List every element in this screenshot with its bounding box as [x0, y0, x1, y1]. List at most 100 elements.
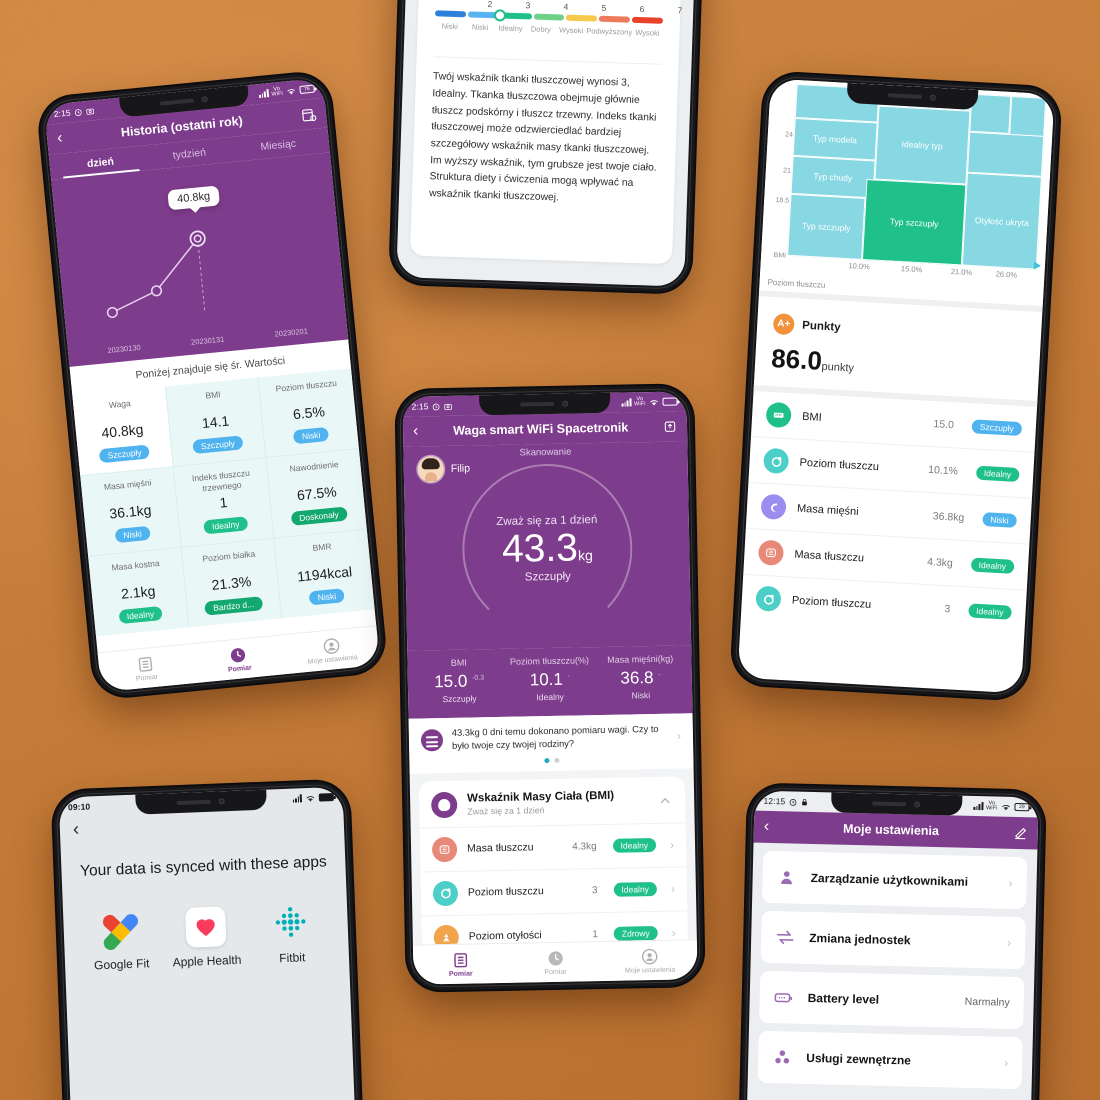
- status-badge: Szczupły: [192, 435, 244, 455]
- alarm-icon: [789, 798, 797, 806]
- card-row[interactable]: Masa tłuszczu 4.3kg Idealny ›: [419, 822, 687, 872]
- stat-muscle[interactable]: Masa mięśni(kg) 36.8 - Niski: [595, 653, 687, 701]
- metric-cell[interactable]: Poziom białka 21.3% Bardzo d...: [180, 538, 282, 628]
- bmi-card-header[interactable]: Wskaźnik Masy Ciała (BMI) Zważ się za 1 …: [419, 776, 686, 827]
- metric-value: 36.8kg: [932, 509, 965, 524]
- app-google-fit[interactable]: Google Fit: [77, 906, 164, 973]
- metric-cell[interactable]: Masa kostna 2.1kg Idealny: [88, 548, 188, 637]
- metric-cell[interactable]: Poziom tłuszczu 6.5% Niski: [257, 368, 359, 458]
- treemap-cell-slim[interactable]: Typ szczupły: [787, 193, 866, 260]
- page-title: Your data is synced with these apps: [79, 853, 328, 880]
- weight-line-chart[interactable]: 40.8kg 20230130 20230131 20230201: [51, 152, 349, 367]
- settings-row-battery[interactable]: Battery level Narmalny: [759, 970, 1025, 1030]
- alarm-icon: [432, 403, 440, 410]
- tabbar-item-pomiar-list[interactable]: Pomiar: [413, 944, 508, 985]
- signal-icon: [973, 802, 984, 811]
- stat-label: Poziom tłuszczu(%): [509, 655, 590, 667]
- apple-health-tile: [184, 906, 227, 948]
- metric-cell[interactable]: Waga 40.8kg Szczupły: [72, 386, 173, 476]
- tabbar-label: Pomiar: [227, 663, 252, 674]
- settings-row-services[interactable]: Usługi zewnętrzne ›: [757, 1030, 1023, 1090]
- notice-text: 43.3kg 0 dni temu dokonano pomiaru wagi.…: [451, 723, 659, 752]
- metric-cell[interactable]: BMR 1194kcal Niski: [273, 529, 375, 619]
- app-fitbit[interactable]: Fitbit: [248, 899, 335, 966]
- lock-icon: [801, 798, 807, 805]
- droplet-icon: [762, 447, 790, 475]
- chevron-right-icon[interactable]: ›: [670, 838, 674, 852]
- bodytype-chart[interactable]: 24 21 18.5 BMI Typ modela Idealny typ Ty…: [759, 78, 1055, 307]
- user-chip[interactable]: Filip: [417, 455, 471, 483]
- chevron-up-icon[interactable]: [657, 793, 673, 809]
- status-badge: Niski: [114, 525, 151, 544]
- metric-cell[interactable]: Nawodnienie 67.5% Doskonały: [265, 448, 367, 538]
- treemap-cell-slim-selected[interactable]: Typ szczupły: [861, 179, 967, 266]
- chevron-right-icon[interactable]: ›: [1008, 876, 1012, 890]
- chevron-right-icon[interactable]: ›: [672, 926, 676, 940]
- stat-value-row: 10.1 -: [504, 669, 595, 691]
- dot-active[interactable]: [543, 757, 549, 764]
- phone-history: 2:15 Vo WiFi 76 ‹ Historia (ostatni rok) …: [37, 71, 387, 699]
- bottom-tabbar[interactable]: Pomiar Pomiar Moje ustawienia: [97, 625, 381, 693]
- treemap-cell-hidden-obesity[interactable]: Otyłość ukryta: [961, 172, 1042, 270]
- stat-delta: -0.3: [471, 674, 485, 682]
- treemap-cell-ideal[interactable]: Idealny typ: [873, 105, 971, 185]
- x-tick: 21.0%: [950, 266, 973, 278]
- chevron-right-icon[interactable]: ›: [1007, 936, 1011, 950]
- app-apple-health[interactable]: Apple Health: [163, 902, 250, 969]
- x-tick: 26.0%: [995, 269, 1018, 280]
- notice-banner[interactable]: 43.3kg 0 dni temu dokonano pomiaru wagi.…: [408, 713, 694, 761]
- battery-icon: [662, 397, 678, 406]
- phone-settings: 12:15 Vo WiFi 29 ‹ Moje ustawienia Zarząd…: [739, 784, 1045, 1100]
- notch: [479, 392, 611, 416]
- y-axis-name: BMI: [773, 251, 787, 260]
- settings-row-users[interactable]: Zarządzanie użytkownikami ›: [762, 850, 1028, 910]
- calendar-icon[interactable]: [300, 106, 317, 122]
- tabbar-item-pomiar-clock[interactable]: Pomiar: [191, 635, 288, 683]
- status-badge: Zdrowy: [613, 926, 658, 942]
- x-axis-name: Poziom tłuszczu: [767, 277, 826, 290]
- treemap-cell[interactable]: [967, 131, 1045, 177]
- metric-cell[interactable]: Masa mięśni 36.1kg Niski: [80, 467, 180, 556]
- metric-cell[interactable]: Indeks tłuszczu trzewnego 1 Idealny: [172, 458, 274, 548]
- weight-value-row: 43.3kg: [502, 526, 593, 570]
- card-row[interactable]: Poziom tłuszczu 3 Idealny ›: [420, 866, 688, 916]
- edit-icon[interactable]: [1013, 825, 1028, 840]
- settings-row-units[interactable]: Zmiana jednostek ›: [760, 910, 1026, 970]
- muscle-icon: [760, 493, 787, 521]
- chevron-right-icon[interactable]: ›: [677, 729, 681, 743]
- treemap-label: Otyłość ukryta: [974, 214, 1030, 228]
- stat-value-row: 36.8 -: [595, 667, 686, 689]
- row-name: Poziom tłuszczu: [467, 885, 544, 900]
- score-header: A+ Punkty: [772, 313, 1026, 348]
- treemap-cell-model[interactable]: Typ modela: [792, 118, 878, 161]
- apple-health-icon: [163, 902, 249, 951]
- stat-value: 36.8: [620, 668, 654, 688]
- stat-value: 10.1: [529, 669, 564, 690]
- chevron-right-icon[interactable]: ›: [671, 882, 675, 896]
- stat-fat[interactable]: Poziom tłuszczu(%) 10.1 - Idealny: [504, 655, 596, 703]
- chevron-right-icon[interactable]: ›: [1004, 1056, 1008, 1070]
- metric-name: Masa tłuszczu: [794, 548, 865, 564]
- bottom-tabbar[interactable]: Pomiar Pomiar Moje ustawienia: [412, 939, 698, 985]
- services-icon: [775, 1050, 790, 1064]
- phone-bodytype: 24 21 18.5 BMI Typ modela Idealny typ Ty…: [731, 72, 1061, 700]
- tabbar-item-pomiar-list[interactable]: Pomiar: [98, 644, 195, 692]
- weigh-prompt: Zważ się za 1 dzień: [496, 513, 598, 528]
- metric-cell[interactable]: BMI 14.1 Szczupły: [164, 377, 266, 467]
- tabbar-label: Moje ustawienia: [307, 653, 359, 666]
- dot[interactable]: [553, 757, 559, 763]
- tabbar-item-settings[interactable]: Moje ustawienia: [602, 940, 697, 981]
- tabbar-item-settings[interactable]: Moje ustawienia: [283, 626, 380, 674]
- scale-label: Idealny: [498, 23, 523, 34]
- treemap[interactable]: Typ modela Idealny typ Typ chudy Otyłość…: [787, 83, 1047, 270]
- score-section: A+ Punkty 86.0punkty: [753, 290, 1043, 401]
- tabbar-item-pomiar-clock[interactable]: Pomiar: [508, 942, 603, 983]
- treemap-cell-thin[interactable]: Typ chudy: [790, 156, 876, 199]
- share-icon[interactable]: [663, 420, 677, 434]
- list-icon: [138, 656, 153, 672]
- stat-bmi[interactable]: BMI 15.0 -0.3 Szczupły: [413, 657, 505, 705]
- stat-status: Idealny: [536, 691, 564, 703]
- stat-delta: -: [658, 671, 661, 679]
- droplet-icon: [755, 585, 782, 612]
- page-title: Moje ustawienia: [842, 821, 940, 839]
